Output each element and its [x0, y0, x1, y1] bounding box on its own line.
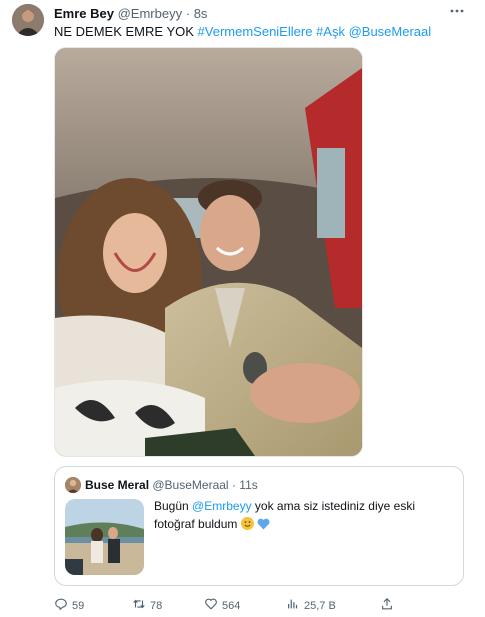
tweet[interactable]: Emre Bey @Emrbeyy · 8s NE DEMEK EMRE YOK…	[0, 0, 485, 617]
share-icon	[380, 597, 394, 614]
reply-count: 59	[72, 599, 85, 612]
tweet-actions: 59 78 564 25,7 B	[54, 597, 464, 615]
retweet-count: 78	[150, 599, 163, 612]
quoted-text: Bugün @Emrbeyy yok ama siz istediniz diy…	[154, 497, 449, 534]
quoted-text-part: Bugün	[154, 499, 189, 513]
tweet-text-plain: NE DEMEK EMRE YOK	[54, 24, 194, 39]
tweet-time[interactable]: 8s	[194, 6, 208, 21]
quoted-tweet[interactable]: Buse Meral @BuseMeraal · 11s Bugün @Emrb…	[54, 466, 464, 586]
quoted-header: Buse Meral @BuseMeraal · 11s	[85, 478, 258, 492]
views-chart-icon	[286, 597, 300, 614]
quoted-avatar[interactable]	[65, 477, 81, 493]
like-count: 564	[222, 599, 241, 612]
retweet-button[interactable]: 78	[132, 597, 162, 614]
hashtag-link[interactable]: #Aşk	[316, 24, 345, 39]
reply-icon	[54, 597, 68, 614]
share-button[interactable]	[380, 597, 394, 614]
display-name[interactable]: Emre Bey	[54, 6, 114, 21]
hashtag-link[interactable]: #VermemSeniEllere	[198, 24, 313, 39]
mention-link[interactable]: @Emrbeyy	[192, 499, 252, 513]
views-count: 25,7 B	[304, 599, 336, 612]
user-handle[interactable]: @Emrbeyy	[118, 6, 183, 21]
separator: ·	[231, 478, 236, 492]
tweet-photo[interactable]	[54, 47, 363, 457]
views-button[interactable]: 25,7 B	[286, 597, 336, 614]
retweet-icon	[132, 597, 146, 614]
reply-button[interactable]: 59	[54, 597, 84, 614]
avatar[interactable]	[12, 4, 44, 36]
tweet-header: Emre Bey @Emrbeyy · 8s	[54, 6, 207, 21]
blue-heart-emoji-icon	[257, 516, 270, 534]
mention-link[interactable]: @BuseMeraal	[349, 24, 432, 39]
heart-icon	[204, 597, 218, 614]
smile-emoji-icon	[240, 517, 254, 530]
quoted-handle[interactable]: @BuseMeraal	[152, 478, 228, 492]
separator: ·	[185, 6, 191, 21]
more-horizontal-icon[interactable]	[449, 3, 465, 22]
quoted-display-name[interactable]: Buse Meral	[85, 478, 149, 492]
tweet-text: NE DEMEK EMRE YOK #VermemSeniEllere #Aşk…	[54, 24, 431, 39]
quoted-photo[interactable]	[65, 499, 144, 575]
like-button[interactable]: 564	[204, 597, 240, 614]
quoted-time[interactable]: 11s	[239, 478, 257, 492]
